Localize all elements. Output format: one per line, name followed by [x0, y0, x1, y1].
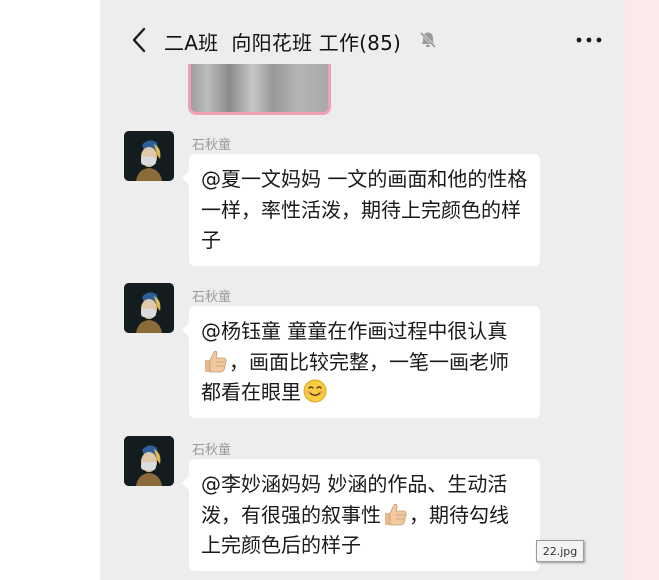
chat-screen: 二A班 向阳花班 工作(85) 石秋童 @夏一文妈妈 一文的画面和他的性格一样，… [100, 0, 625, 580]
left-margin [0, 0, 100, 580]
message-bubble[interactable]: @李妙涵妈妈 妙涵的作品、生动活泼，有很强的叙事性 ，期待勾线上完颜色后的样子 [182, 459, 540, 571]
message-text: @杨钰童 童童在作画过程中很认真 [201, 319, 508, 343]
thumbs-up-emoji-icon [385, 503, 407, 525]
message-text: @夏一文妈妈 一文的画面和他的性格一样，率性活泼，期待上完颜色的样子 [201, 167, 528, 252]
more-horizontal-icon[interactable] [574, 30, 604, 50]
chevron-left-icon[interactable] [128, 26, 152, 54]
message-text: ，画面比较完整，一笔一画老师都看在眼里 [201, 349, 509, 405]
sender-name: 石秋童 [192, 443, 232, 458]
thumbs-up-emoji-icon [205, 350, 227, 372]
sender-name: 石秋童 [192, 290, 232, 305]
bell-off-icon [419, 31, 437, 49]
message-bubble[interactable]: @夏一文妈妈 一文的画面和他的性格一样，率性活泼，期待上完颜色的样子 [182, 154, 540, 266]
message-bubble[interactable]: @杨钰童 童童在作画过程中很认真 ，画面比较完整，一笔一画老师都看在眼里 [182, 306, 540, 418]
previous-image-message[interactable] [188, 64, 331, 115]
avatar[interactable] [124, 131, 174, 181]
chat-header: 二A班 向阳花班 工作(85) [100, 0, 625, 80]
chat-title: 二A班 向阳花班 工作(85) [164, 31, 402, 55]
avatar[interactable] [124, 283, 174, 333]
avatar[interactable] [124, 436, 174, 486]
smiling-face-emoji-icon [303, 379, 327, 403]
right-margin [625, 0, 659, 580]
file-name-label: 22.jpg [536, 540, 584, 562]
sender-name: 石秋童 [192, 138, 232, 153]
